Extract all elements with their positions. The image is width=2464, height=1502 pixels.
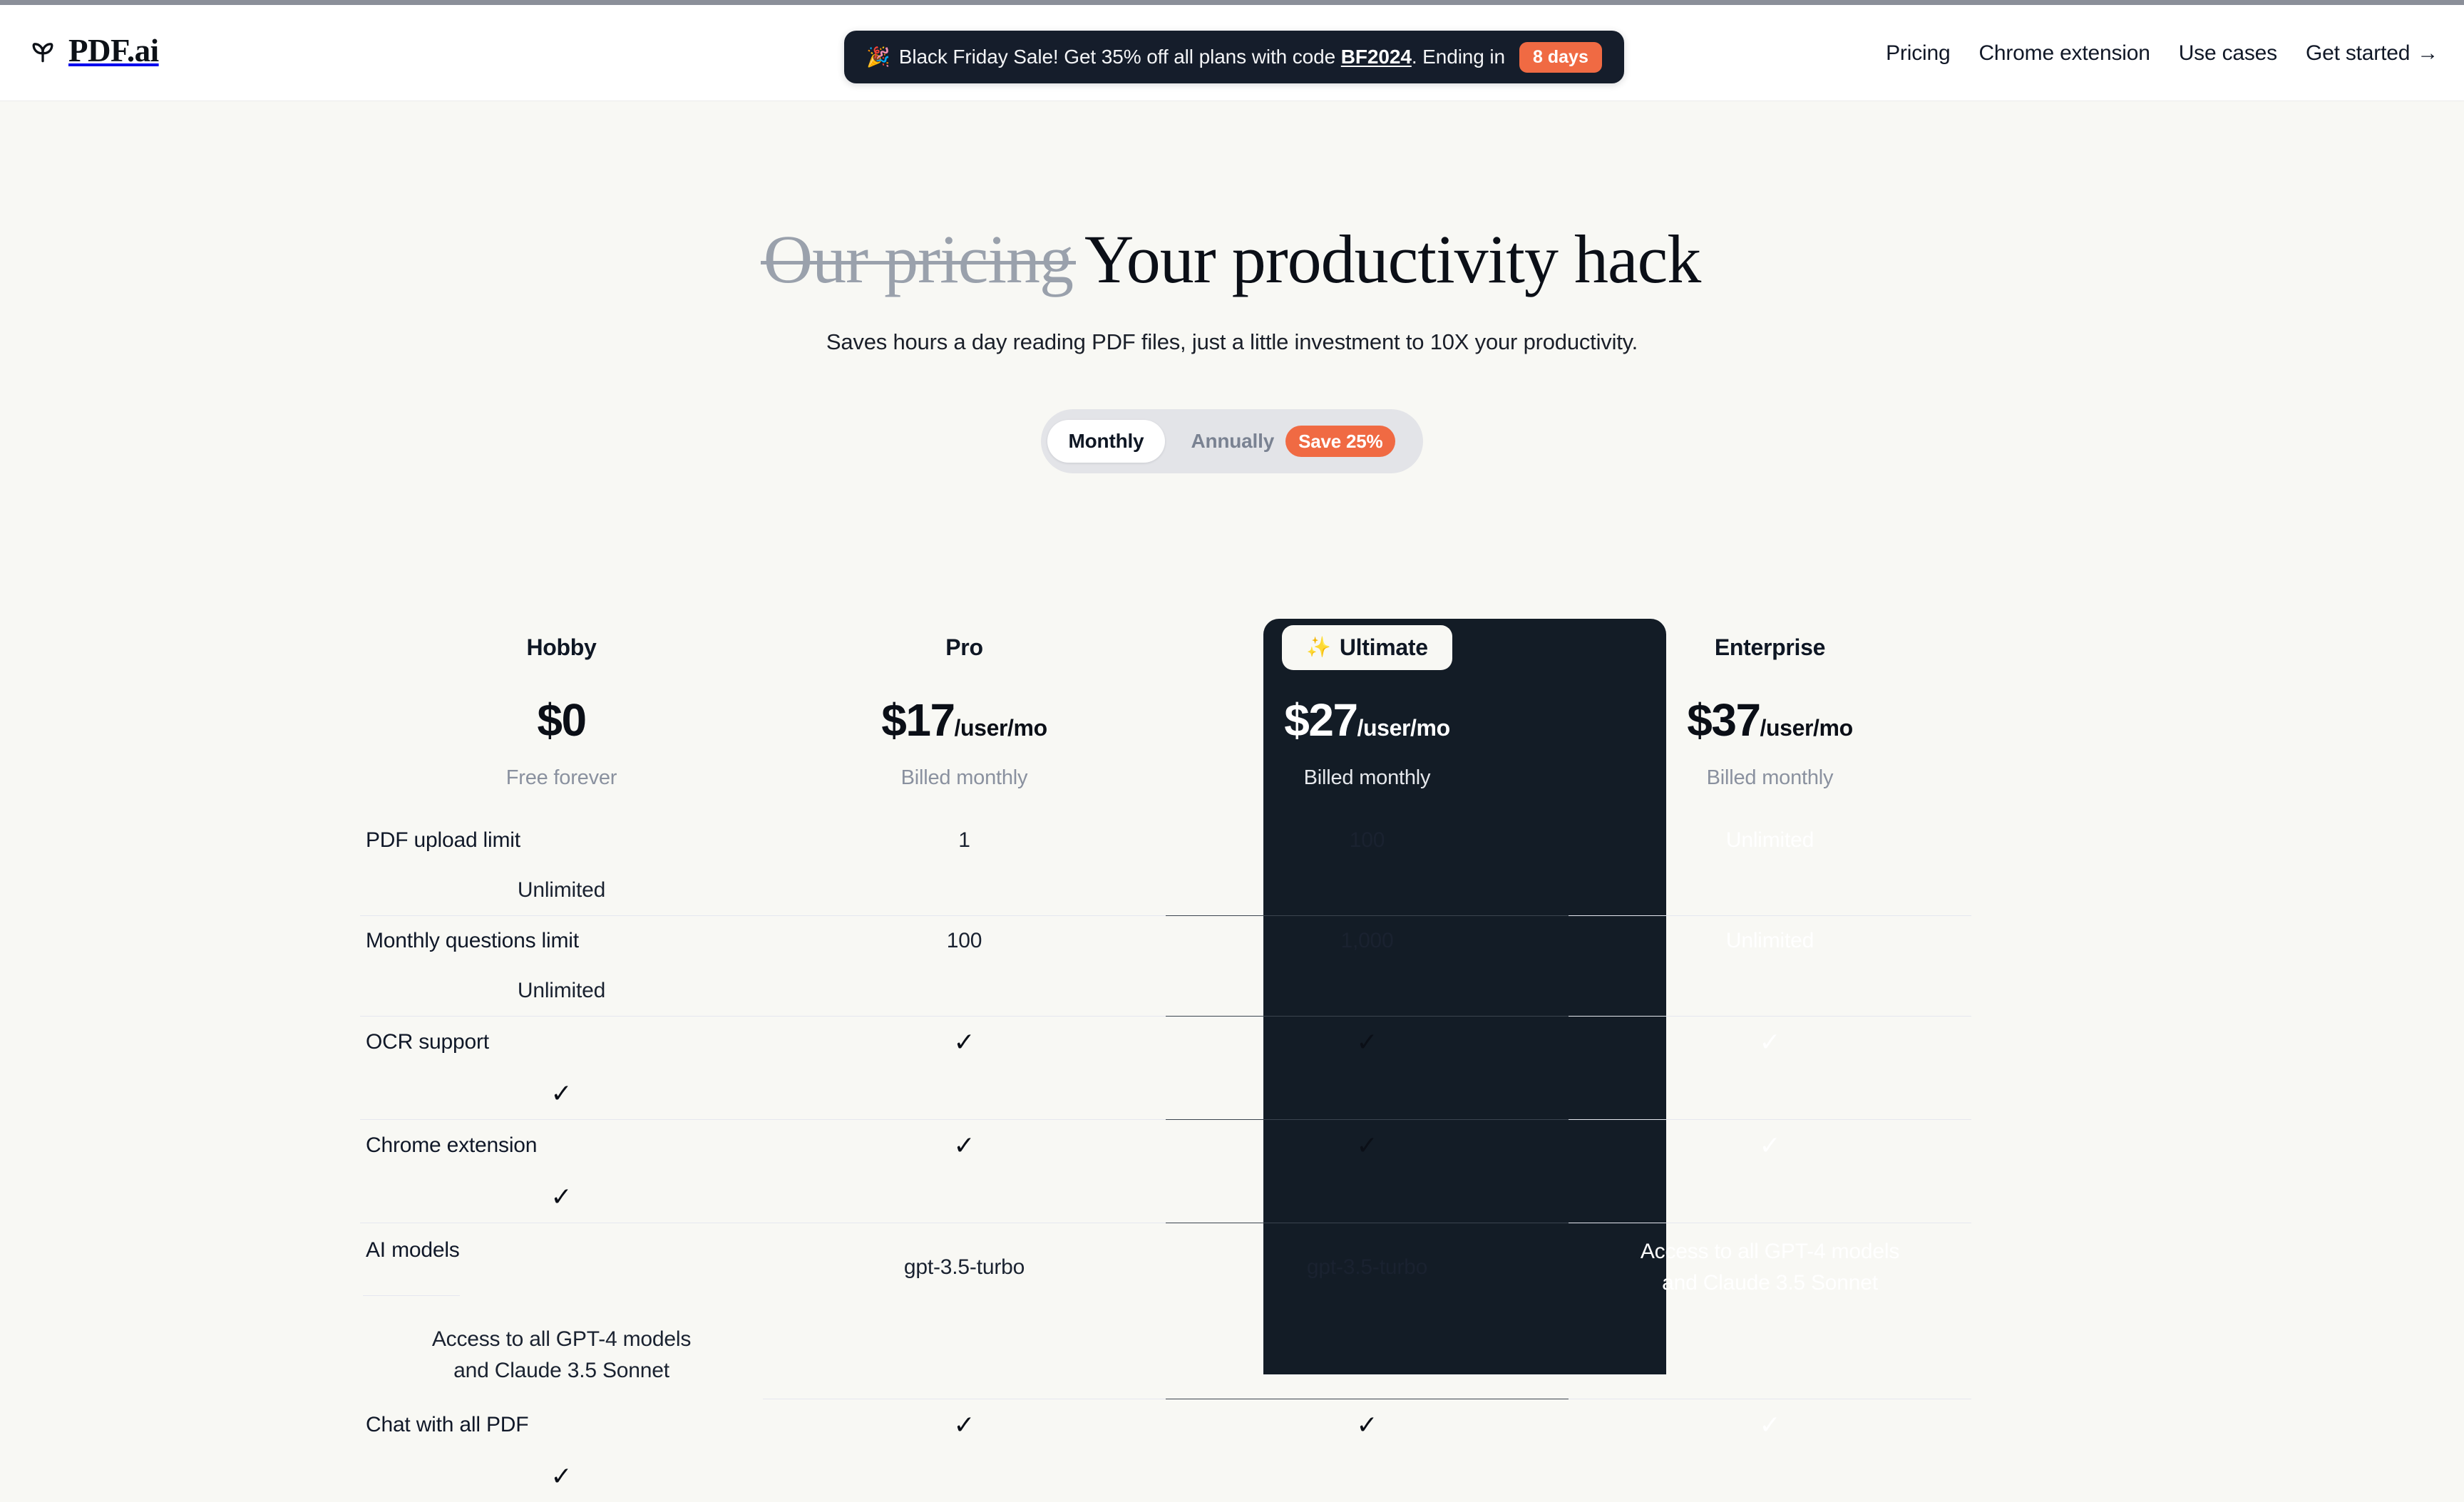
feature-label-ocr-support: OCR support [366,1030,489,1054]
plan-column-pro: Pro $17/user/mo Billed monthly [763,613,1166,797]
table-row: OCR support ✓ ✓ ✓ ✓ [360,1017,2100,1119]
site-header: PDF.ai 🎉 Black Friday Sale! Get 35% off … [0,5,2464,101]
nav-link-use-cases[interactable]: Use cases [2179,41,2277,66]
plan-price-enterprise: $37/user/mo [1687,694,1853,746]
check-icon: ✓ [1759,1131,1781,1160]
check-icon: ✓ [550,1079,573,1108]
feature-label-pdf-upload-limit: PDF upload limit [366,828,520,852]
promo-code[interactable]: BF2024 [1341,46,1412,68]
sprout-icon [27,35,58,66]
hero-section: Our pricing Your productivity hack Saves … [0,101,2464,473]
plan-name-hobby: Hobby [526,634,597,660]
feature-label-monthly-questions-limit: Monthly questions limit [366,929,579,952]
hero-subtitle: Saves hours a day reading PDF files, jus… [826,329,1638,354]
plan-billing-note-ultimate: Billed monthly [1303,766,1431,789]
check-icon: ✓ [953,1131,975,1160]
browser-top-edge [0,0,2464,5]
get-started-button[interactable]: Get started → [2306,41,2438,66]
billing-period-toggle[interactable]: Monthly Annually Save 25% [1040,408,1424,473]
plan-billing-note-pro: Billed monthly [900,766,1028,789]
table-row: Chrome extension ✓ ✓ ✓ ✓ [360,1120,2100,1223]
feature-value-pro: 100 [1349,828,1385,852]
sparkles-icon: ✨ [1306,636,1331,658]
feature-value-pro: 1,000 [1340,929,1394,952]
page-title: Our pricing Your productivity hack [0,221,2464,297]
feature-value-ultimate: Unlimited [1725,828,1814,852]
feature-label-ai-models: AI models [363,1238,460,1296]
brand-logo[interactable]: PDF.ai [27,32,159,69]
main-navigation: Pricing Chrome extension Use cases Get s… [1886,5,2438,101]
billing-toggle-wrapper: Monthly Annually Save 25% [0,408,2464,473]
promo-countdown-badge: 8 days [1519,41,1602,73]
promo-text: Black Friday Sale! Get 35% off all plans… [899,46,1505,68]
feature-value-pro: gpt-3.5-turbo [1306,1255,1428,1279]
promo-text-after: . Ending in [1411,46,1506,68]
plan-price-hobby: $0 [537,694,587,746]
brand-name: PDF.ai [68,33,159,68]
feature-value-ultimate: Access to all GPT-4 models and Claude 3.… [1640,1240,1900,1295]
feature-label-chat-with-all-pdf: Chat with all PDF [366,1413,529,1436]
toggle-monthly[interactable]: Monthly [1047,419,1166,463]
table-row: Chat with all PDF ✓ ✓ ✓ ✓ [360,1399,2100,1502]
save-badge: Save 25% [1285,425,1396,457]
pricing-table-header: Hobby $0 Free forever Pro $17/user/mo Bi… [360,613,2100,816]
feature-value-hobby: 1 [958,828,970,852]
check-icon: ✓ [953,1410,975,1439]
check-icon: ✓ [1356,1027,1378,1056]
plan-name-enterprise: Enterprise [1714,634,1826,660]
check-icon: ✓ [1759,1410,1781,1439]
feature-value-hobby: 100 [946,929,982,952]
get-started-label: Get started [2305,41,2411,65]
plan-price-ultimate: $27/user/mo [1284,694,1450,746]
table-row: PDF upload limit 1 100 Unlimited Unlimit… [360,816,2100,915]
promo-text-before: Black Friday Sale! Get 35% off all plans… [898,46,1341,68]
table-row: AI models gpt-3.5-turbo gpt-3.5-turbo Ac… [360,1223,2100,1399]
toggle-annually-label: Annually [1191,429,1275,452]
page-title-main: Your productivity hack [1084,221,1701,297]
plan-name-pro: Pro [945,634,983,660]
check-icon: ✓ [550,1461,573,1491]
feature-value-enterprise: Unlimited [517,979,606,1002]
nav-link-pricing[interactable]: Pricing [1886,41,1951,66]
page-title-strikethrough: Our pricing [760,221,1077,297]
plan-billing-note-enterprise: Billed monthly [1706,766,1834,789]
check-icon: ✓ [1356,1410,1378,1439]
feature-value-hobby: gpt-3.5-turbo [903,1255,1025,1279]
feature-label-chrome-extension: Chrome extension [366,1133,538,1157]
check-icon: ✓ [1356,1131,1378,1160]
check-icon: ✓ [550,1182,573,1211]
plan-billing-note-hobby: Free forever [505,766,617,789]
toggle-annually[interactable]: Annually Save 25% [1169,416,1417,467]
nav-link-chrome-extension[interactable]: Chrome extension [1978,41,2150,66]
plan-column-ultimate: ✨ Ultimate $27/user/mo Billed monthly [1166,613,1569,797]
plan-column-enterprise: Enterprise $37/user/mo Billed monthly [1569,613,1971,797]
table-row: Monthly questions limit 100 1,000 Unlimi… [360,916,2100,1016]
plan-name-ultimate: Ultimate [1339,634,1428,660]
party-popper-icon: 🎉 [866,46,890,68]
feature-value-enterprise: Unlimited [517,878,606,902]
feature-value-ultimate: Unlimited [1725,929,1814,952]
promo-banner[interactable]: 🎉 Black Friday Sale! Get 35% off all pla… [844,31,1624,83]
plan-column-hobby: Hobby $0 Free forever [360,613,763,797]
feature-value-enterprise: Access to all GPT-4 models and Claude 3.… [431,1327,692,1382]
check-icon: ✓ [953,1027,975,1056]
plan-price-pro: $17/user/mo [881,694,1047,746]
ultimate-plan-badge: ✨ Ultimate [1282,624,1452,670]
arrow-right-icon: → [2417,41,2438,65]
check-icon: ✓ [1759,1027,1781,1056]
